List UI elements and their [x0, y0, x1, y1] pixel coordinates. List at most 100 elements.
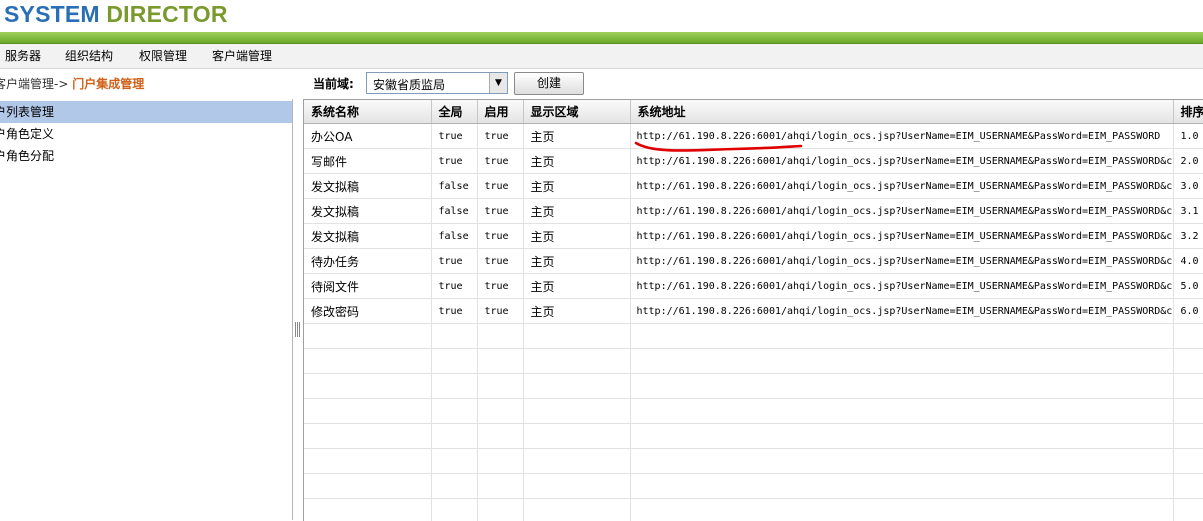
- breadcrumb-parent[interactable]: 客户端管理->: [0, 77, 68, 91]
- data-grid: 系统名称 全局 启用 显示区域 系统地址 排序 办公OA true true 主…: [303, 99, 1203, 521]
- cell-system-name: 发文拟稿: [304, 199, 431, 224]
- sidebar-item-role-assignment[interactable]: 户角色分配: [0, 145, 292, 167]
- cell-global: false: [431, 174, 477, 199]
- portal-table: 系统名称 全局 启用 显示区域 系统地址 排序 办公OA true true 主…: [304, 100, 1203, 521]
- cell-display-area: 主页: [523, 299, 630, 324]
- cell-system-url: http://61.190.8.226:6001/ahqi/login_ocs.…: [630, 199, 1173, 224]
- breadcrumb-current: 门户集成管理: [72, 77, 144, 91]
- empty-row: [304, 449, 1203, 474]
- domain-select[interactable]: 安徽省质监局 ▼: [366, 72, 508, 94]
- cell-display-area: 主页: [523, 174, 630, 199]
- cell-system-name: 修改密码: [304, 299, 431, 324]
- cell-order: 4.0: [1173, 249, 1203, 274]
- cell-display-area: 主页: [523, 124, 630, 149]
- column-header-order[interactable]: 排序: [1173, 100, 1203, 124]
- chevron-down-icon[interactable]: ▼: [489, 73, 507, 93]
- header-accent-bar: [0, 32, 1203, 44]
- cell-enabled: true: [477, 224, 523, 249]
- table-header-row: 系统名称 全局 启用 显示区域 系统地址 排序: [304, 100, 1203, 124]
- cell-system-name: 办公OA: [304, 124, 431, 149]
- cell-system-url: http://61.190.8.226:6001/ahqi/login_ocs.…: [630, 274, 1173, 299]
- cell-enabled: true: [477, 274, 523, 299]
- main-menu: 服务器 组织结构 权限管理 客户端管理: [0, 44, 1203, 69]
- sidebar-item-label: 户角色定义: [0, 123, 54, 145]
- column-header-system-name[interactable]: 系统名称: [304, 100, 431, 124]
- cell-order: 3.1: [1173, 199, 1203, 224]
- cell-display-area: 主页: [523, 199, 630, 224]
- cell-global: true: [431, 149, 477, 174]
- sidebar-item-label: 户列表管理: [0, 101, 54, 123]
- cell-enabled: true: [477, 249, 523, 274]
- empty-row: [304, 499, 1203, 521]
- cell-global: true: [431, 299, 477, 324]
- column-header-enabled[interactable]: 启用: [477, 100, 523, 124]
- column-header-system-url[interactable]: 系统地址: [630, 100, 1173, 124]
- table-row[interactable]: 待办任务 true true 主页 http://61.190.8.226:60…: [304, 249, 1203, 274]
- cell-system-name: 待办任务: [304, 249, 431, 274]
- cell-system-name: 待阅文件: [304, 274, 431, 299]
- cell-system-url: http://61.190.8.226:6001/ahqi/login_ocs.…: [630, 174, 1173, 199]
- cell-global: false: [431, 199, 477, 224]
- breadcrumb: 客户端管理-> 门户集成管理: [0, 75, 144, 92]
- table-row[interactable]: 发文拟稿 false true 主页 http://61.190.8.226:6…: [304, 174, 1203, 199]
- cell-display-area: 主页: [523, 224, 630, 249]
- empty-row: [304, 374, 1203, 399]
- domain-select-value: 安徽省质监局: [373, 76, 445, 93]
- cell-enabled: true: [477, 299, 523, 324]
- cell-system-name: 发文拟稿: [304, 174, 431, 199]
- cell-order: 1.0: [1173, 124, 1203, 149]
- table-row[interactable]: 待阅文件 true true 主页 http://61.190.8.226:60…: [304, 274, 1203, 299]
- menu-item-permissions[interactable]: 权限管理: [139, 44, 187, 68]
- column-header-global[interactable]: 全局: [431, 100, 477, 124]
- cell-global: true: [431, 124, 477, 149]
- cell-display-area: 主页: [523, 149, 630, 174]
- cell-system-url: http://61.190.8.226:6001/ahqi/login_ocs.…: [630, 224, 1173, 249]
- sidebar-item-label: 户角色分配: [0, 145, 54, 167]
- cell-global: false: [431, 224, 477, 249]
- brand-part-director: DIRECTOR: [106, 1, 227, 27]
- table-row[interactable]: 修改密码 true true 主页 http://61.190.8.226:60…: [304, 299, 1203, 324]
- domain-label: 当前域:: [313, 75, 354, 92]
- cell-enabled: true: [477, 174, 523, 199]
- table-row[interactable]: 发文拟稿 false true 主页 http://61.190.8.226:6…: [304, 199, 1203, 224]
- empty-row: [304, 474, 1203, 499]
- cell-system-url: http://61.190.8.226:6001/ahqi/login_ocs.…: [630, 299, 1173, 324]
- cell-enabled: true: [477, 149, 523, 174]
- panel-splitter[interactable]: [293, 99, 302, 520]
- cell-global: true: [431, 249, 477, 274]
- cell-system-url: http://61.190.8.226:6001/ahqi/login_ocs.…: [630, 124, 1173, 149]
- cell-system-name: 发文拟稿: [304, 224, 431, 249]
- cell-enabled: true: [477, 124, 523, 149]
- empty-row: [304, 424, 1203, 449]
- drag-handle-icon[interactable]: [295, 322, 300, 337]
- cell-system-url: http://61.190.8.226:6001/ahqi/login_ocs.…: [630, 249, 1173, 274]
- menu-item-organization[interactable]: 组织结构: [65, 44, 113, 68]
- cell-enabled: true: [477, 199, 523, 224]
- menu-item-servers[interactable]: 服务器: [5, 44, 41, 68]
- empty-row: [304, 399, 1203, 424]
- brand-logo: SYSTEM DIRECTOR: [4, 0, 228, 28]
- menu-item-client-management[interactable]: 客户端管理: [212, 44, 272, 68]
- cell-order: 5.0: [1173, 274, 1203, 299]
- column-header-display-area[interactable]: 显示区域: [523, 100, 630, 124]
- cell-order: 3.2: [1173, 224, 1203, 249]
- cell-display-area: 主页: [523, 274, 630, 299]
- create-button[interactable]: 创建: [514, 72, 584, 95]
- table-row[interactable]: 写邮件 true true 主页 http://61.190.8.226:600…: [304, 149, 1203, 174]
- sidebar-item-role-definition[interactable]: 户角色定义: [0, 123, 292, 145]
- cell-display-area: 主页: [523, 249, 630, 274]
- cell-order: 2.0: [1173, 149, 1203, 174]
- cell-system-url: http://61.190.8.226:6001/ahqi/login_ocs.…: [630, 149, 1173, 174]
- cell-system-name: 写邮件: [304, 149, 431, 174]
- table-row[interactable]: 办公OA true true 主页 http://61.190.8.226:60…: [304, 124, 1203, 149]
- cell-order: 3.0: [1173, 174, 1203, 199]
- empty-row: [304, 324, 1203, 349]
- app-header: SYSTEM DIRECTOR: [0, 0, 1203, 32]
- table-row[interactable]: 发文拟稿 false true 主页 http://61.190.8.226:6…: [304, 224, 1203, 249]
- empty-row: [304, 349, 1203, 374]
- cell-order: 6.0: [1173, 299, 1203, 324]
- sidebar-item-list-management[interactable]: 户列表管理: [0, 101, 292, 123]
- brand-part-system: SYSTEM: [4, 1, 100, 27]
- sidebar: 户列表管理 户角色定义 户角色分配: [0, 99, 293, 520]
- toolbar: 客户端管理-> 门户集成管理 当前域: 安徽省质监局 ▼ 创建: [0, 69, 1203, 97]
